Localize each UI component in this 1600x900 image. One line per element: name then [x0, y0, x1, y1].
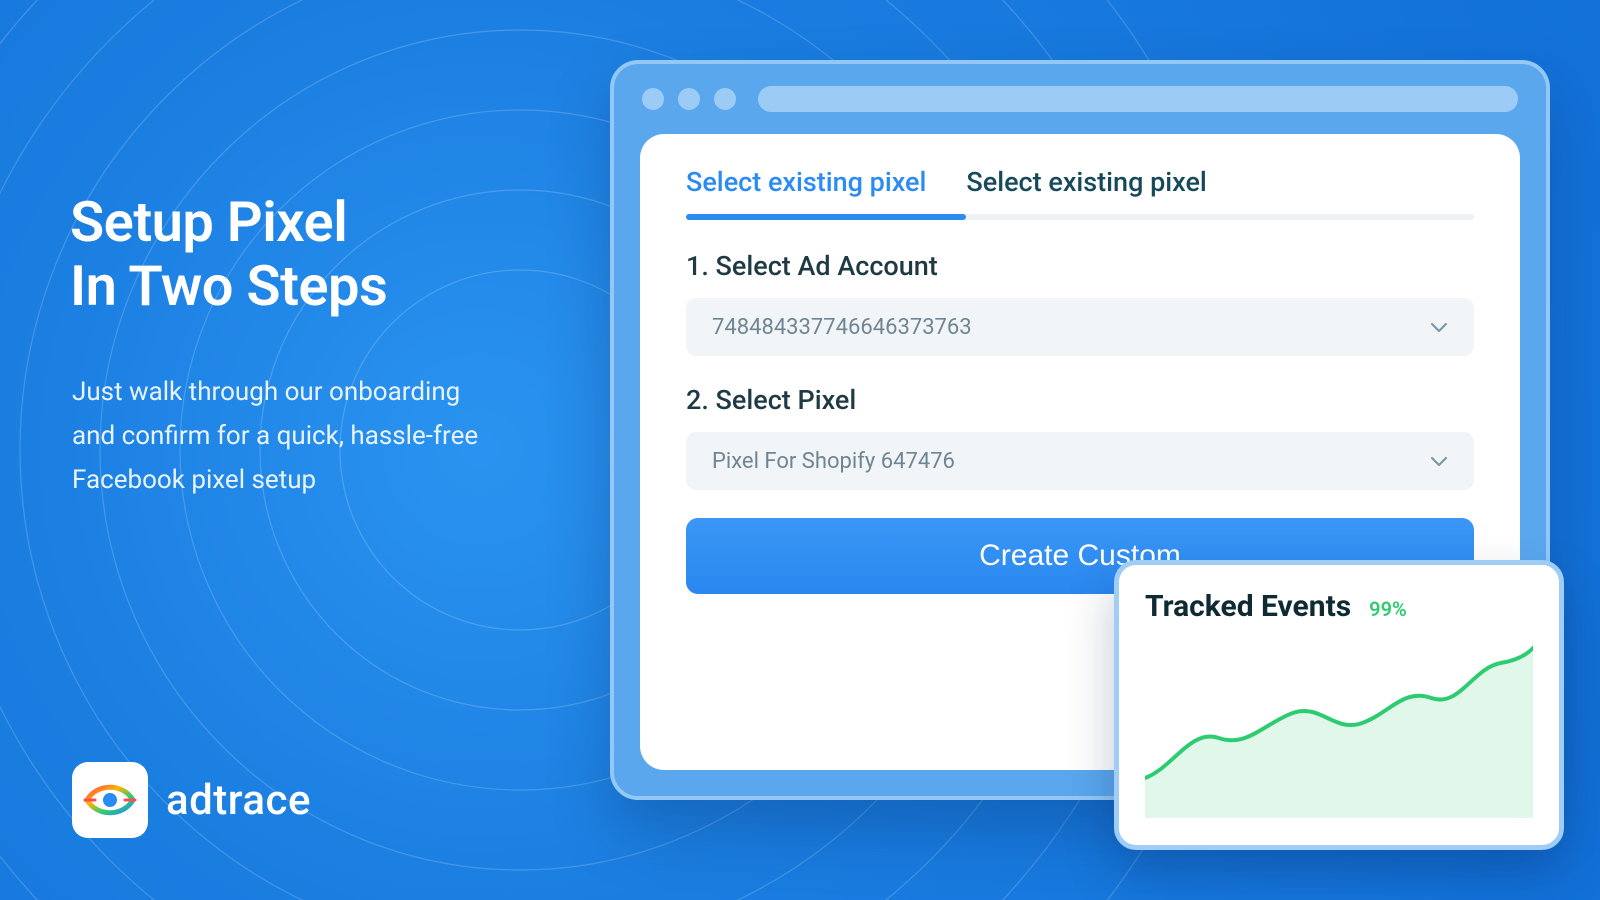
- traffic-light-dot: [714, 88, 736, 110]
- url-bar[interactable]: [758, 86, 1518, 112]
- tabs: Select existing pixel Select existing pi…: [686, 166, 1474, 208]
- hero-title-line2: In Two Steps: [70, 253, 387, 319]
- brand: adtrace: [72, 762, 311, 838]
- step2-label: 2. Select Pixel: [686, 384, 1474, 416]
- sparkline-chart: [1145, 628, 1533, 818]
- step1-label: 1. Select Ad Account: [686, 250, 1474, 282]
- tab-select-existing-pixel[interactable]: Select existing pixel: [686, 166, 926, 208]
- ad-account-value: 748484337746646373763: [712, 315, 972, 340]
- traffic-light-dot: [642, 88, 664, 110]
- traffic-light-dot: [678, 88, 700, 110]
- tab-underline-track: [686, 214, 1474, 220]
- pixel-select[interactable]: Pixel For Shopify 647476: [686, 432, 1474, 490]
- brand-logo: [72, 762, 148, 838]
- brand-name: adtrace: [166, 776, 311, 825]
- hero-stage: Setup Pixel In Two Steps Just walk throu…: [0, 0, 1600, 900]
- eye-logo-icon: [83, 773, 137, 827]
- card-percentage: 99%: [1369, 597, 1407, 621]
- hero-title: Setup Pixel In Two Steps: [70, 190, 387, 319]
- tab-underline-indicator: [686, 214, 966, 220]
- tracked-events-card: Tracked Events 99%: [1114, 560, 1564, 850]
- chevron-down-icon: [1430, 315, 1448, 340]
- pixel-value: Pixel For Shopify 647476: [712, 449, 955, 474]
- chevron-down-icon: [1430, 449, 1448, 474]
- hero-title-line1: Setup Pixel: [70, 189, 347, 255]
- tab-select-existing-pixel-alt[interactable]: Select existing pixel: [966, 166, 1206, 208]
- card-title: Tracked Events: [1145, 589, 1351, 624]
- hero-body: Just walk through our onboarding and con…: [72, 370, 502, 503]
- ad-account-select[interactable]: 748484337746646373763: [686, 298, 1474, 356]
- traffic-lights: [642, 88, 736, 110]
- window-titlebar: [614, 64, 1546, 134]
